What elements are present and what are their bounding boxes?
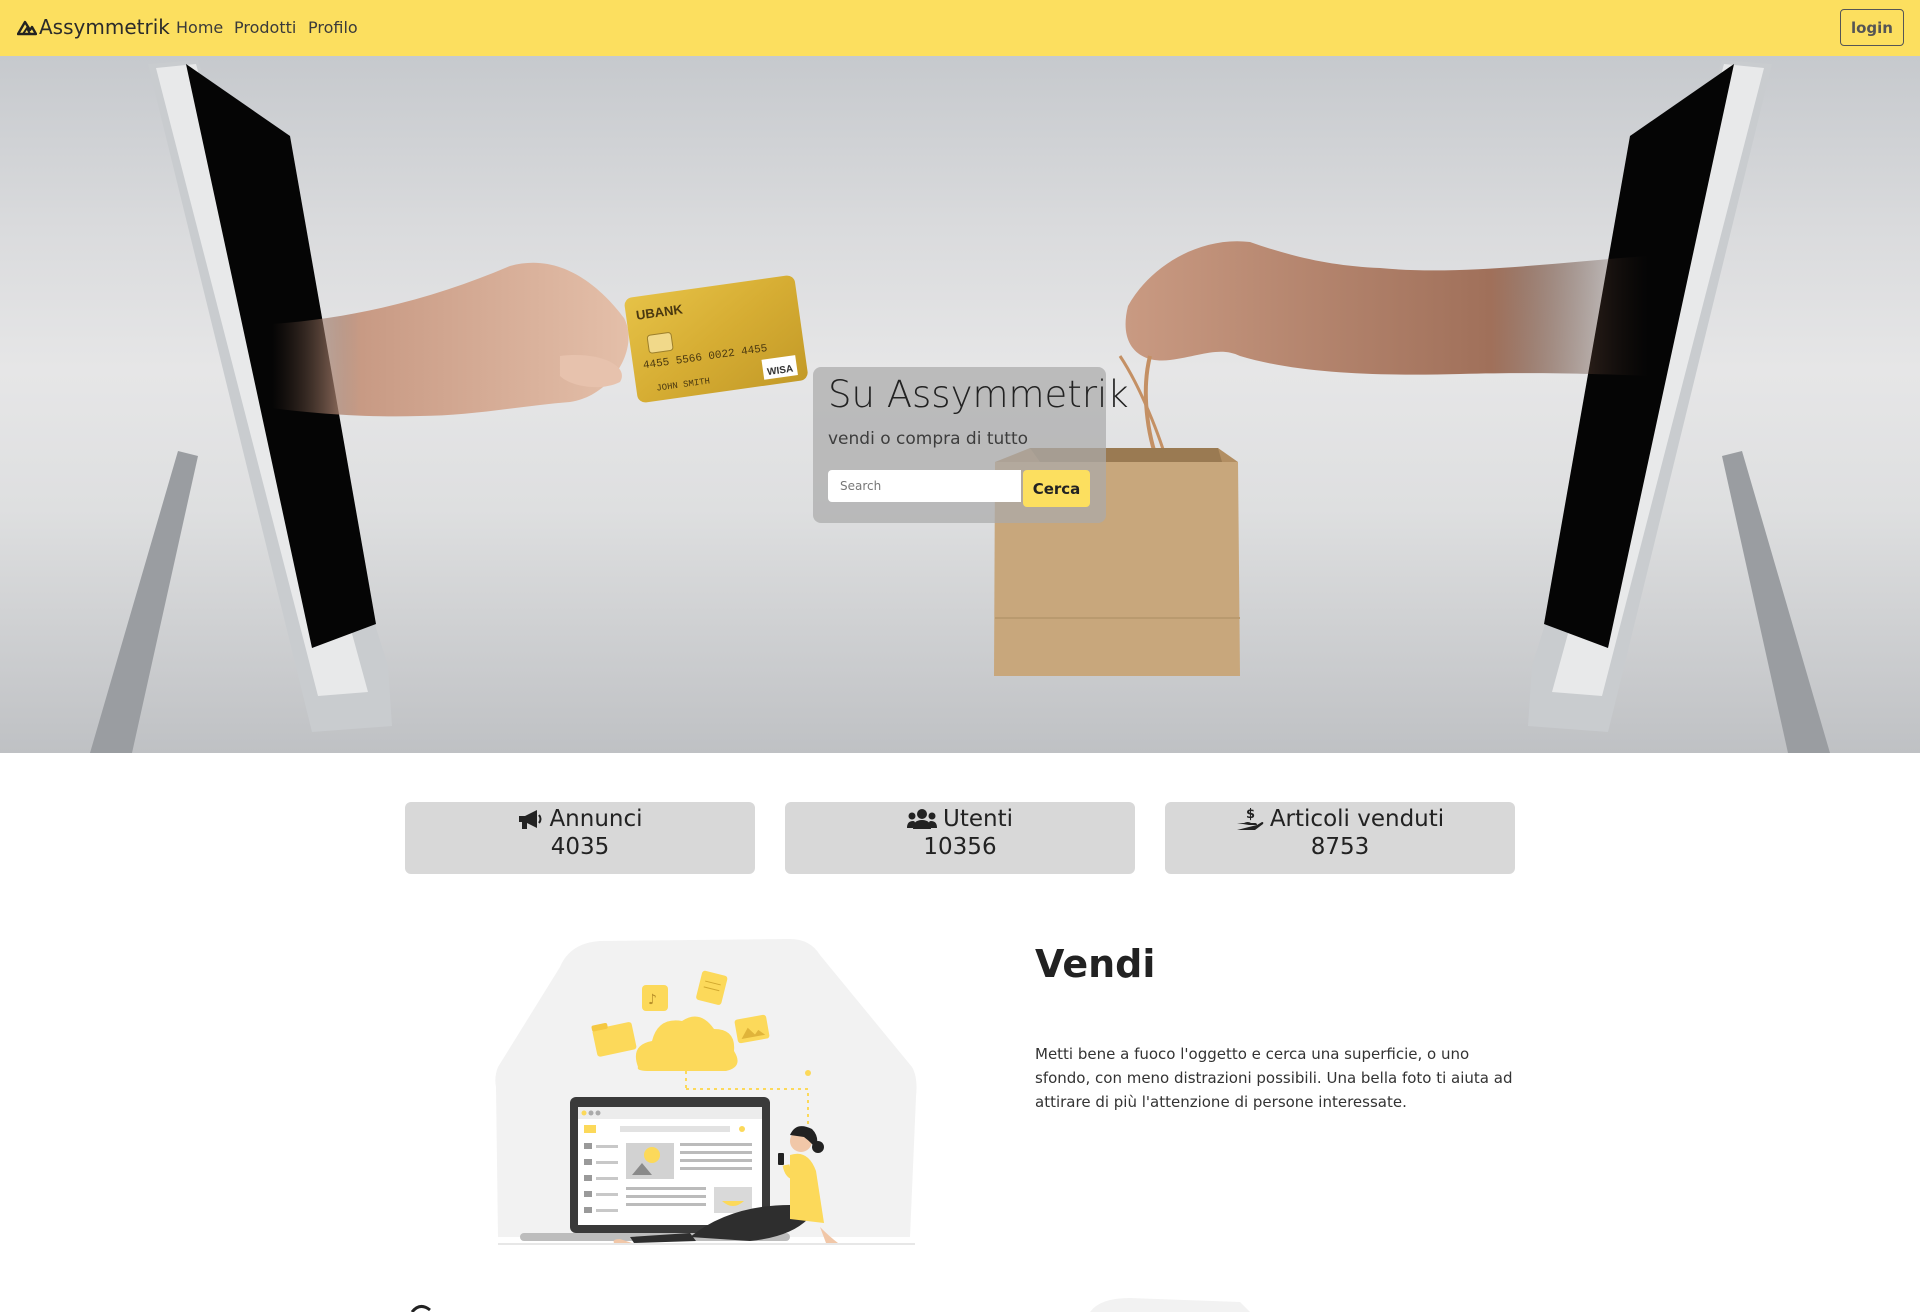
stat-label: Articoli venduti xyxy=(1269,806,1445,832)
stat-card-utenti: Utenti 10356 xyxy=(785,802,1135,874)
sell-section-title: Vendi xyxy=(1035,942,1156,986)
nav-link-profilo[interactable]: Profilo xyxy=(308,18,358,37)
navbar: Assymmetrik Home Prodotti Profilo login xyxy=(0,0,1920,56)
brand-logo-icon xyxy=(17,20,37,36)
svg-text:♪: ♪ xyxy=(648,992,657,1008)
next-section-shape-fragment xyxy=(1090,1298,1250,1312)
hero-title: Su Assymmetrik xyxy=(828,373,1129,416)
hero-subtitle: vendi o compra di tutto xyxy=(828,429,1029,449)
megaphone-icon xyxy=(519,810,542,829)
upload-illustration: ♪ xyxy=(495,939,917,1245)
nav-link-prodotti[interactable]: Prodotti xyxy=(234,18,296,37)
stat-value: 8753 xyxy=(1310,834,1370,860)
next-section-icon-fragment xyxy=(410,1305,431,1312)
sell-section-text: Metti bene a fuoco l'oggetto e cerca una… xyxy=(1035,1045,1513,1111)
search-input[interactable] xyxy=(828,470,1021,502)
stat-value: 10356 xyxy=(923,834,997,860)
stat-card-articoli-venduti: $ Articoli venduti 8753 xyxy=(1165,802,1515,874)
nav-link-home[interactable]: Home xyxy=(176,18,223,37)
hero-banner: UBANK 4455 5566 0022 4455 JOHN SMITH WIS… xyxy=(0,56,1920,753)
users-icon xyxy=(907,809,937,829)
stat-label: Utenti xyxy=(943,806,1013,832)
login-button[interactable]: login xyxy=(1840,9,1904,46)
right-monitor-illustration xyxy=(1528,60,1830,753)
stat-card-annunci: Annunci 4035 xyxy=(405,802,755,874)
stat-label: Annunci xyxy=(549,806,643,832)
svg-text:$: $ xyxy=(1246,807,1255,822)
search-button[interactable]: Cerca xyxy=(1023,470,1090,507)
brand-link[interactable]: Assymmetrik xyxy=(17,15,170,39)
brand-name: Assymmetrik xyxy=(39,15,170,39)
stat-value: 4035 xyxy=(550,834,610,860)
hand-money-icon: $ xyxy=(1236,807,1264,830)
hero-search-card: Su Assymmetrik vendi o compra di tutto C… xyxy=(813,367,1129,523)
